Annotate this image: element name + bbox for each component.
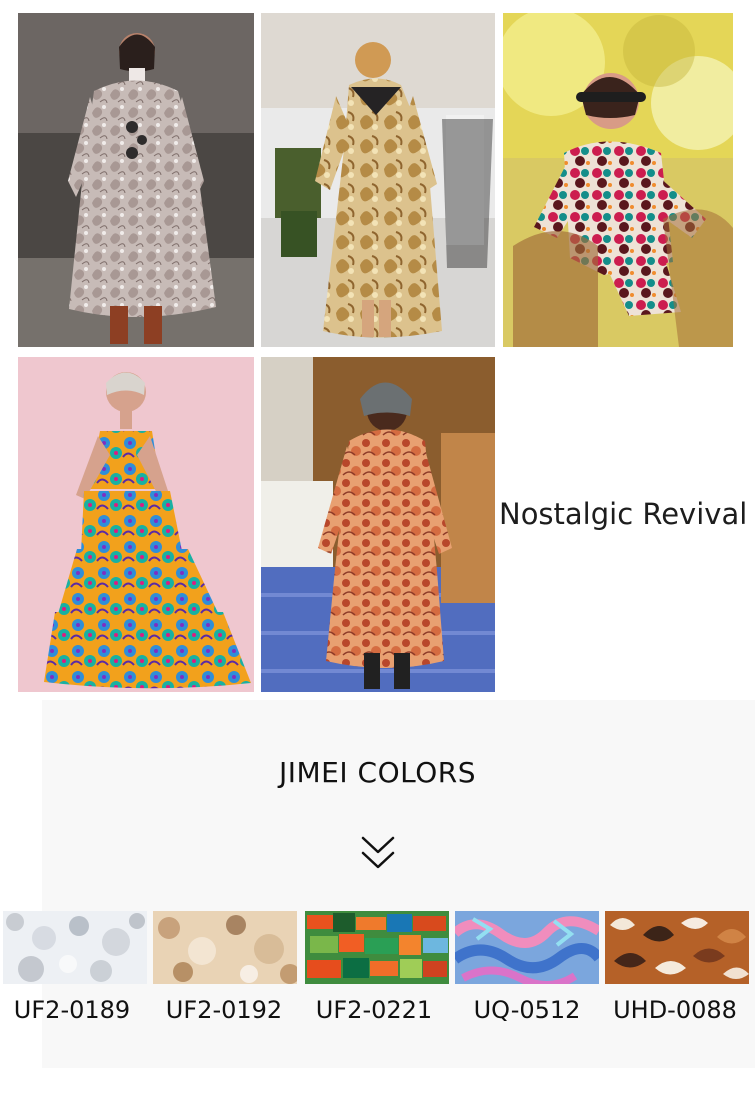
paisley-dress-image	[18, 13, 254, 347]
swatch-code-uhd-0088: UHD-0088	[613, 996, 737, 1024]
collection-tagline: Nostalgic Revival	[499, 497, 748, 531]
photo-gold-brocade-coat-runway	[261, 13, 495, 347]
fabric-swatch-orange-green-icon	[305, 911, 449, 984]
product-showcase-page: Nostalgic Revival JIMEI COLORS UF2-0189 …	[0, 0, 755, 1100]
gold-brocade-coat-image	[261, 13, 495, 347]
swatch-code-uf2-0192: UF2-0192	[165, 996, 283, 1024]
fabric-swatch-brown-leaf-icon	[605, 911, 749, 984]
photo-geometric-print-outfit	[503, 13, 733, 347]
geometric-print-outfit-image	[503, 13, 733, 347]
floral-tiered-dress-image	[18, 357, 254, 692]
swatch-code-uf2-0189: UF2-0189	[13, 996, 131, 1024]
swatch-code-uq-0512: UQ-0512	[473, 996, 581, 1024]
photo-orange-floral-dress-runway	[261, 357, 495, 692]
fabric-swatch-gray-white-icon	[3, 911, 147, 984]
fabric-swatch-beige-icon	[153, 911, 297, 984]
fabric-swatch-blue-pink-icon	[455, 911, 599, 984]
photo-floral-tiered-dress	[18, 357, 254, 692]
double-chevron-down-icon	[361, 836, 395, 869]
swatch-code-uf2-0221: UF2-0221	[315, 996, 433, 1024]
brand-title: JIMEI COLORS	[279, 756, 476, 789]
photo-paisley-dress-runway	[18, 13, 254, 347]
orange-floral-dress-image	[261, 357, 495, 692]
